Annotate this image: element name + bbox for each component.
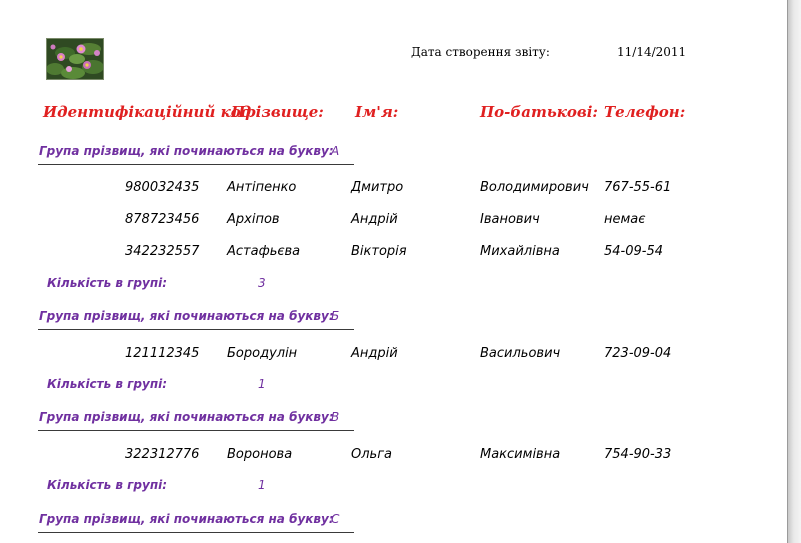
page-shadow <box>788 0 801 543</box>
cell-id-code: 878723456 <box>125 212 200 227</box>
group-header-v: Група прізвищ, які починаються на букву:… <box>38 408 354 431</box>
group-header-b: Група прізвищ, які починаються на букву:… <box>38 307 354 330</box>
group-letter: Б <box>331 309 340 323</box>
cell-patronymic: Максимівна <box>480 447 561 462</box>
group-letter: В <box>331 410 340 424</box>
cell-surname: Архіпов <box>227 212 280 227</box>
cell-phone: 54-09-54 <box>604 244 664 259</box>
cell-surname: Антіпенко <box>227 180 297 195</box>
group-label: Група прізвищ, які починаються на букву: <box>39 410 334 424</box>
header-id-code: Идентифікаційний код <box>43 103 252 121</box>
header-name: Ім'я: <box>355 103 399 121</box>
group-label: Група прізвищ, які починаються на букву: <box>39 144 334 158</box>
group-label: Група прізвищ, які починаються на букву: <box>39 309 334 323</box>
date-label: Дата створення звіту: <box>411 45 550 59</box>
header-surname: Прізвище: <box>231 103 324 121</box>
group-letter: А <box>331 144 340 158</box>
water-lily-image <box>46 38 104 80</box>
cell-name: Дмитро <box>351 180 404 195</box>
group-count-value: 3 <box>258 276 266 290</box>
group-header-s: Група прізвищ, які починаються на букву:… <box>38 510 354 533</box>
cell-patronymic: Михайлівна <box>480 244 560 259</box>
cell-phone: немає <box>604 212 646 227</box>
cell-patronymic: Васильович <box>480 346 561 361</box>
group-count-label: Кількість в групі: <box>47 276 168 290</box>
cell-id-code: 121112345 <box>125 346 200 361</box>
report-page: Дата створення звіту: 11/14/2011 Идентиф… <box>0 0 788 543</box>
cell-phone: 754-90-33 <box>604 447 672 462</box>
cell-surname: Астафьєва <box>227 244 301 259</box>
cell-name: Ольга <box>351 447 392 462</box>
group-count-value: 1 <box>258 478 266 492</box>
cell-patronymic: Володимирович <box>480 180 589 195</box>
water-lily-icon <box>47 39 103 79</box>
cell-patronymic: Іванович <box>480 212 540 227</box>
group-count-label: Кількість в групі: <box>47 377 168 391</box>
header-phone: Телефон: <box>604 103 686 121</box>
cell-name: Вікторія <box>351 244 407 259</box>
group-letter: С <box>331 512 340 526</box>
cell-id-code: 980032435 <box>125 180 200 195</box>
cell-id-code: 342232557 <box>125 244 200 259</box>
group-count-label: Кількість в групі: <box>47 478 168 492</box>
cell-phone: 723-09-04 <box>604 346 672 361</box>
cell-surname: Бородулін <box>227 346 298 361</box>
header-patronymic: По-батькові: <box>480 103 598 121</box>
group-count-value: 1 <box>258 377 266 391</box>
group-header-a: Група прізвищ, які починаються на букву:… <box>38 142 354 165</box>
group-label: Група прізвищ, які починаються на букву: <box>39 512 334 526</box>
cell-name: Андрій <box>351 212 398 227</box>
cell-phone: 767-55-61 <box>604 180 672 195</box>
cell-surname: Воронова <box>227 447 293 462</box>
date-value: 11/14/2011 <box>617 45 687 59</box>
cell-id-code: 322312776 <box>125 447 200 462</box>
cell-name: Андрій <box>351 346 398 361</box>
